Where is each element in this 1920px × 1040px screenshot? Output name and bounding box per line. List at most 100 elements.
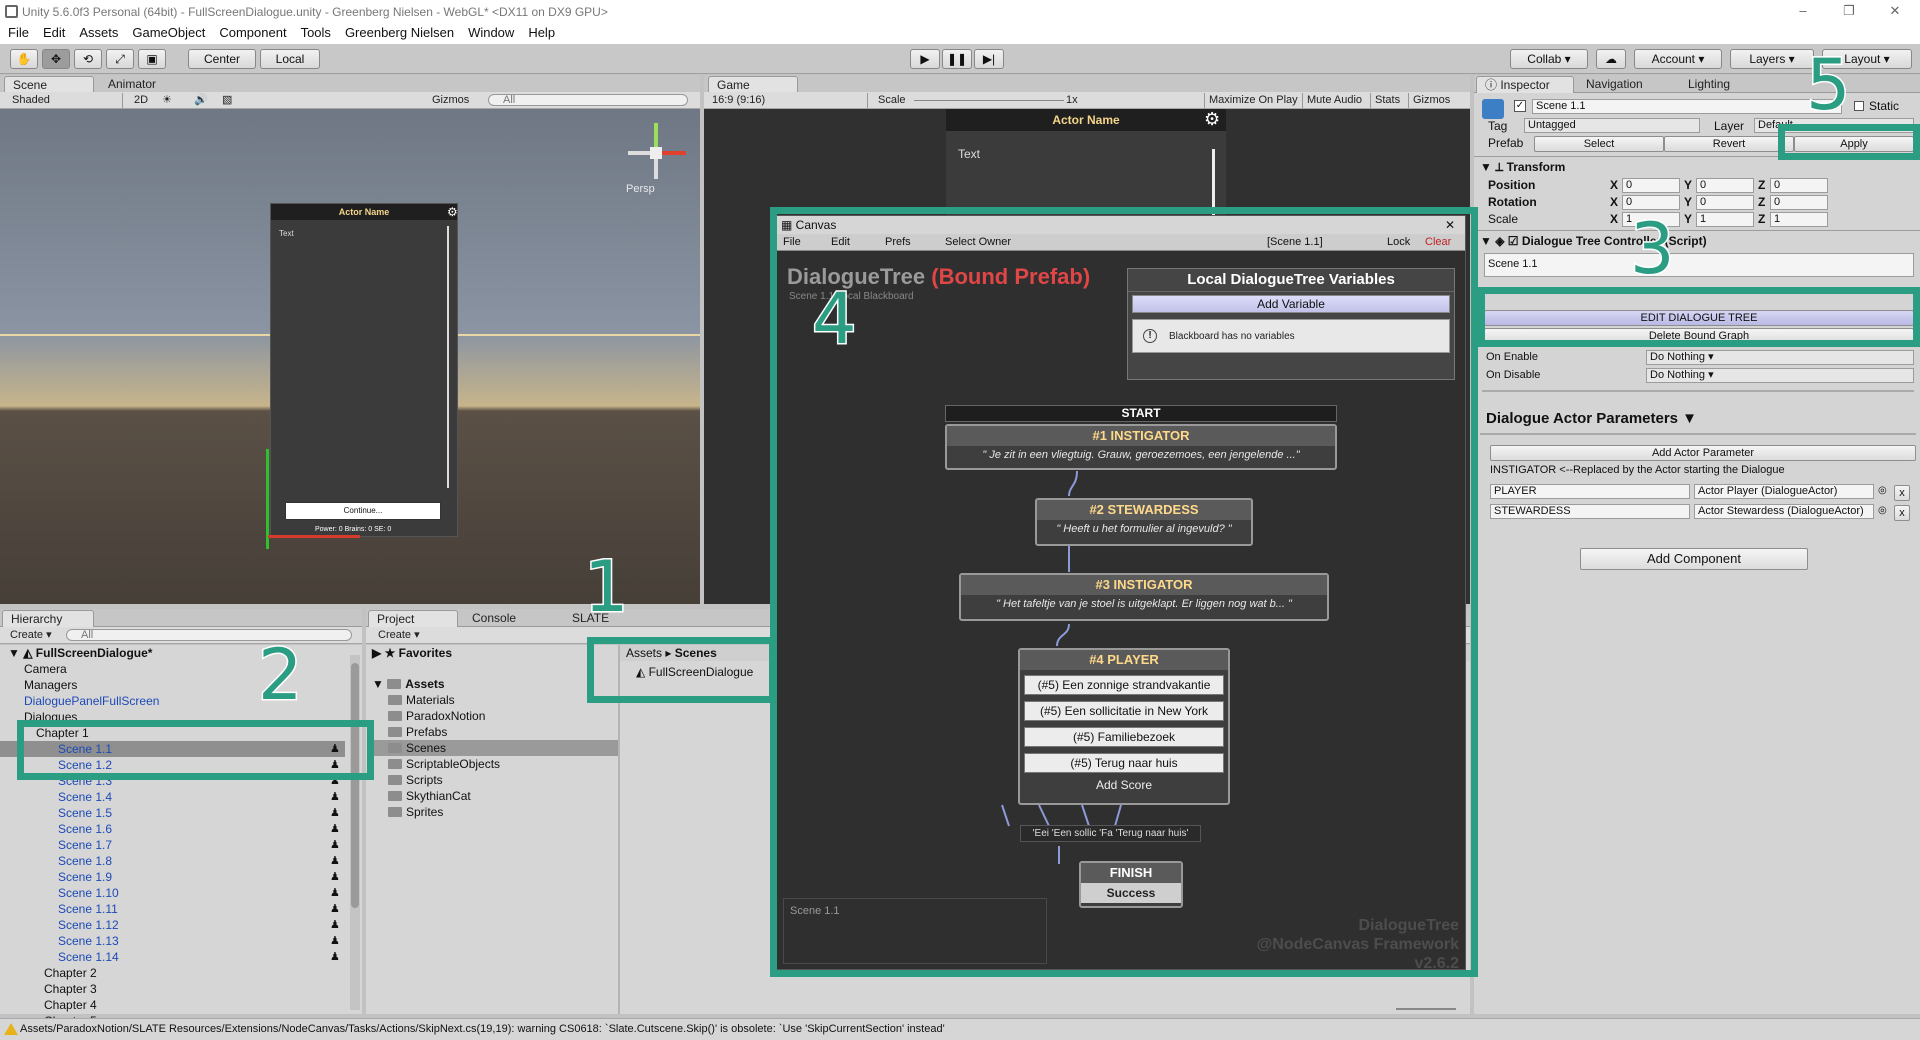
favorites-folder[interactable]: ▶ ★ Favorites bbox=[372, 645, 452, 661]
lighting-icon[interactable]: ☀ bbox=[158, 93, 176, 108]
scene-continue-button[interactable]: Continue... bbox=[285, 502, 441, 520]
tab-lighting[interactable]: Lighting bbox=[1680, 76, 1738, 93]
tab-console[interactable]: Console bbox=[464, 610, 524, 627]
scene-search-input[interactable]: All bbox=[488, 94, 688, 106]
transform-scl-field[interactable]: 1 bbox=[1770, 212, 1828, 227]
menu-edit[interactable]: Edit bbox=[43, 24, 65, 44]
effects-icon[interactable]: ▧ bbox=[218, 93, 236, 108]
hierarchy-search-input[interactable]: All bbox=[66, 629, 352, 641]
project-folder-item[interactable]: Scripts bbox=[372, 772, 618, 788]
hierarchy-scrollbar[interactable] bbox=[350, 655, 360, 1010]
active-checkbox[interactable]: ✓ bbox=[1514, 100, 1526, 112]
stats-button[interactable]: Stats bbox=[1370, 93, 1404, 108]
hierarchy-create-button[interactable]: Create ▾ bbox=[6, 628, 56, 643]
project-create-button[interactable]: Create ▾ bbox=[374, 628, 424, 643]
orientation-gizmo[interactable]: Persp bbox=[620, 117, 700, 197]
actor-stewardess-value[interactable]: Actor Stewardess (DialogueActor) bbox=[1694, 504, 1874, 519]
assets-folder[interactable]: ▼ Assets bbox=[372, 676, 445, 692]
audio-icon[interactable]: 🔊 bbox=[190, 93, 212, 108]
menu-help[interactable]: Help bbox=[528, 24, 555, 44]
tag-dropdown[interactable]: Untagged bbox=[1524, 118, 1700, 133]
project-folder-item[interactable]: ParadoxNotion bbox=[372, 708, 618, 724]
pivot-local-button[interactable]: Local bbox=[260, 49, 320, 69]
object-picker-icon[interactable]: ◎ bbox=[1878, 483, 1887, 499]
hierarchy-scroll-thumb[interactable] bbox=[351, 663, 359, 908]
project-folder-item[interactable]: Scenes bbox=[372, 740, 618, 756]
transform-header[interactable]: ▼ ⟂ Transform bbox=[1480, 159, 1565, 175]
step-icon[interactable]: ▶| bbox=[974, 49, 1004, 69]
mute-audio-button[interactable]: Mute Audio bbox=[1302, 93, 1366, 108]
transform-pos-field[interactable]: 0 bbox=[1770, 178, 1828, 193]
menu-tools[interactable]: Tools bbox=[301, 24, 331, 44]
scale-slider[interactable] bbox=[914, 100, 1064, 101]
hierarchy-row[interactable]: Scene 1.8 ♟ bbox=[0, 853, 345, 869]
on-disable-dropdown[interactable]: Do Nothing ▾ bbox=[1646, 368, 1914, 383]
gizmo-y-cone[interactable] bbox=[654, 123, 658, 147]
persp-label[interactable]: Persp bbox=[626, 183, 655, 195]
project-folder-item[interactable]: SkythianCat bbox=[372, 788, 618, 804]
menu-component[interactable]: Component bbox=[219, 24, 286, 44]
tab-game[interactable]: Game bbox=[708, 76, 798, 93]
hierarchy-row[interactable]: Scene 1.14 ♟ bbox=[0, 949, 345, 965]
menu-assets[interactable]: Assets bbox=[79, 24, 118, 44]
hierarchy-row[interactable]: Chapter 2 bbox=[0, 965, 345, 981]
transform-scl-field[interactable]: 1 bbox=[1696, 212, 1754, 227]
prefab-select-button[interactable]: Select bbox=[1534, 136, 1664, 152]
rect-tool-icon[interactable]: ▣ bbox=[138, 49, 166, 69]
hand-tool-icon[interactable]: ✋ bbox=[10, 49, 38, 69]
actor-player-value[interactable]: Actor Player (DialogueActor) bbox=[1694, 484, 1874, 499]
icon-size-slider[interactable] bbox=[1396, 1008, 1456, 1010]
minimize-button[interactable]: – bbox=[1780, 0, 1826, 24]
scale-tool-icon[interactable]: ⤢ bbox=[106, 49, 134, 69]
pivot-center-button[interactable]: Center bbox=[188, 49, 256, 69]
graph-field[interactable]: Scene 1.1 bbox=[1484, 253, 1914, 277]
move-tool-icon[interactable]: ✥ bbox=[42, 49, 70, 69]
scene-gizmos-button[interactable]: Gizmos bbox=[428, 93, 473, 108]
game-dialogue-panel[interactable]: Actor Name ⚙ Text bbox=[946, 109, 1226, 219]
project-folder-item[interactable]: Sprites bbox=[372, 804, 618, 820]
remove-player-button[interactable]: x bbox=[1894, 485, 1910, 501]
game-gizmos-button[interactable]: Gizmos bbox=[1408, 93, 1454, 108]
menu-file[interactable]: File bbox=[8, 24, 29, 44]
actor-player-name[interactable]: PLAYER bbox=[1490, 484, 1690, 499]
tab-project[interactable]: Project bbox=[368, 610, 458, 627]
transform-pos-field[interactable]: 0 bbox=[1622, 178, 1680, 193]
pause-icon[interactable]: ❚❚ bbox=[942, 49, 972, 69]
project-folder-item[interactable]: Materials bbox=[372, 692, 618, 708]
hierarchy-row[interactable]: Scene 1.10 ♟ bbox=[0, 885, 345, 901]
hierarchy-row[interactable]: Scene 1.6 ♟ bbox=[0, 821, 345, 837]
transform-rot-field[interactable]: 0 bbox=[1770, 195, 1828, 210]
project-folder-item[interactable]: ScriptableObjects bbox=[372, 756, 618, 772]
prefab-revert-button[interactable]: Revert bbox=[1664, 136, 1794, 152]
close-button[interactable]: ✕ bbox=[1872, 0, 1918, 24]
hierarchy-row[interactable]: Scene 1.13 ♟ bbox=[0, 933, 345, 949]
static-checkbox[interactable] bbox=[1854, 101, 1864, 111]
tab-animator[interactable]: Animator bbox=[100, 76, 164, 93]
hierarchy-row[interactable]: Chapter 3 bbox=[0, 981, 345, 997]
mode-2d-button[interactable]: 2D bbox=[130, 93, 152, 108]
hierarchy-row[interactable]: Scene 1.12 ♟ bbox=[0, 917, 345, 933]
hierarchy-row[interactable]: Scene 1.9 ♟ bbox=[0, 869, 345, 885]
transform-pos-field[interactable]: 0 bbox=[1696, 178, 1754, 193]
on-enable-dropdown[interactable]: Do Nothing ▾ bbox=[1646, 350, 1914, 365]
actor-params-header[interactable]: Dialogue Actor Parameters ▼ bbox=[1486, 411, 1697, 427]
maximize-on-play-button[interactable]: Maximize On Play bbox=[1204, 93, 1302, 108]
tab-navigation[interactable]: Navigation bbox=[1578, 76, 1651, 93]
status-bar[interactable]: Assets/ParadoxNotion/SLATE Resources/Ext… bbox=[0, 1018, 1920, 1040]
tab-hierarchy[interactable]: Hierarchy bbox=[2, 610, 94, 627]
game-gear-icon[interactable]: ⚙ bbox=[1204, 109, 1220, 129]
play-icon[interactable]: ▶ bbox=[910, 49, 940, 69]
object-picker-icon[interactable]: ◎ bbox=[1878, 503, 1887, 519]
tab-scene[interactable]: Scene bbox=[4, 76, 94, 93]
transform-rot-field[interactable]: 0 bbox=[1696, 195, 1754, 210]
rotate-tool-icon[interactable]: ⟲ bbox=[74, 49, 102, 69]
shading-dropdown[interactable]: Shaded bbox=[8, 93, 123, 108]
add-actor-parameter-button[interactable]: Add Actor Parameter bbox=[1490, 445, 1916, 461]
aspect-dropdown[interactable]: 16:9 (9:16) bbox=[708, 93, 868, 108]
remove-stewardess-button[interactable]: x bbox=[1894, 505, 1910, 521]
gizmo-x-cone[interactable] bbox=[662, 151, 686, 155]
hierarchy-row[interactable]: Scene 1.11 ♟ bbox=[0, 901, 345, 917]
gizmo-y-axis[interactable] bbox=[266, 449, 269, 549]
menu-gameobject[interactable]: GameObject bbox=[132, 24, 205, 44]
layers-button[interactable]: Layers ▾ bbox=[1730, 49, 1814, 69]
